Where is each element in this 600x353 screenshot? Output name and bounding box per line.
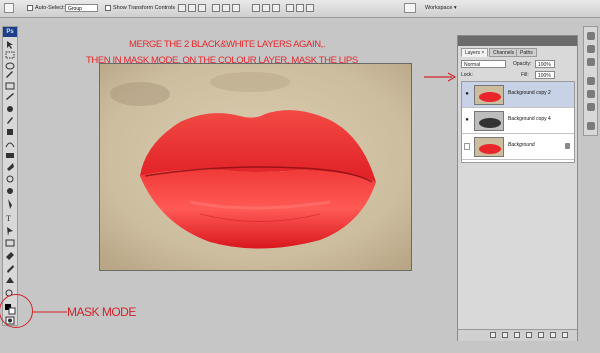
path-selection-icon <box>7 227 13 236</box>
type-tool-icon: T <box>6 214 11 223</box>
layer-row[interactable]: ● Background copy 2 <box>462 82 574 108</box>
tab-layers[interactable]: Layers × <box>461 48 489 57</box>
blur-tool-icon <box>6 175 14 183</box>
fill-label: Fill: <box>521 72 529 78</box>
opacity-label: Opacity: <box>513 61 532 67</box>
marquee-tool-icon <box>5 51 15 59</box>
distribute-right-icon[interactable] <box>306 4 314 12</box>
visibility-eye-icon[interactable] <box>464 143 470 150</box>
brush-tool-icon <box>7 117 13 124</box>
layer-name[interactable]: Background copy 4 <box>508 116 551 122</box>
workspace-menu[interactable]: Workspace ▾ <box>425 3 457 14</box>
layer-thumbnail <box>474 85 504 105</box>
align-center-icon[interactable] <box>222 4 230 12</box>
paint-bucket-icon <box>7 163 14 171</box>
blend-mode-dropdown[interactable]: Normal <box>461 60 506 68</box>
document-canvas[interactable] <box>99 63 412 271</box>
bridge-icon[interactable] <box>404 3 416 13</box>
ps-logo: Ps <box>3 27 17 37</box>
align-top-icon[interactable] <box>178 4 186 12</box>
toolbox: Ps T <box>2 26 18 326</box>
new-layer-icon[interactable] <box>550 332 556 338</box>
options-bar: Auto-Select: Group Show Transform Contro… <box>0 0 600 18</box>
navigator-icon[interactable] <box>587 32 595 40</box>
align-bottom-icon[interactable] <box>198 4 206 12</box>
clone-stamp-icon <box>7 129 13 135</box>
shape-tool-icon <box>5 239 15 247</box>
visibility-eye-icon[interactable]: ● <box>464 117 470 124</box>
layer-style-icon[interactable] <box>502 332 508 338</box>
eyedropper-icon <box>7 265 14 273</box>
panel-tabs: Layers × Channels Paths <box>461 48 575 58</box>
lock-icon <box>565 143 570 149</box>
eraser-icon <box>6 153 14 158</box>
opacity-field[interactable]: 100% <box>535 60 555 68</box>
healing-brush-icon <box>7 106 13 112</box>
move-tool-preset-icon[interactable] <box>4 3 14 13</box>
layers-list: ● Background copy 2 ● Background copy 4 … <box>461 81 575 163</box>
distribute-middle-icon[interactable] <box>262 4 270 12</box>
align-left-icon[interactable] <box>212 4 220 12</box>
layer-thumbnail <box>474 111 504 131</box>
panel-footer <box>458 329 577 341</box>
auto-select-label: Auto-Select: <box>35 5 65 11</box>
notes-tool-icon <box>6 252 14 260</box>
info-icon[interactable] <box>587 58 595 66</box>
distribute-center-icon[interactable] <box>296 4 304 12</box>
panel-title-bar[interactable] <box>458 36 577 46</box>
crop-tool-icon <box>5 82 15 90</box>
mask-mode-annotation: MASK MODE <box>67 305 136 319</box>
history-icon[interactable] <box>587 122 595 130</box>
history-brush-icon <box>5 142 15 148</box>
lips-photo <box>100 64 411 270</box>
layer-thumbnail <box>474 137 504 157</box>
layer-row[interactable]: Background <box>462 134 574 160</box>
layer-name[interactable]: Background copy 2 <box>508 90 551 96</box>
mask-mode-connector <box>33 311 67 313</box>
align-middle-icon[interactable] <box>188 4 196 12</box>
distribute-left-icon[interactable] <box>286 4 294 12</box>
move-tool-icon <box>7 41 13 49</box>
auto-select-dropdown[interactable]: Group <box>65 4 98 12</box>
instruction-line-2: THEN IN MASK MODE, ON THE COLOUR LAYER, … <box>86 55 358 66</box>
fill-field[interactable]: 100% <box>535 71 555 79</box>
layers-panel: Layers × Channels Paths Normal Opacity: … <box>457 35 578 341</box>
slice-tool-icon <box>6 93 14 100</box>
transform-controls-checkbox[interactable] <box>105 5 111 11</box>
align-right-icon[interactable] <box>232 4 240 12</box>
distribute-bottom-icon[interactable] <box>272 4 280 12</box>
collapsed-panels-strip <box>583 26 598 136</box>
pen-tool-icon <box>8 199 12 209</box>
delete-layer-icon[interactable] <box>562 332 568 338</box>
lasso-tool-icon <box>5 62 15 70</box>
histogram-icon[interactable] <box>587 45 595 53</box>
layer-row[interactable]: ● Background copy 4 <box>462 108 574 134</box>
mask-mode-highlight-circle <box>0 294 33 328</box>
hand-tool-icon <box>6 277 14 283</box>
toolbox-icons[interactable]: T <box>3 39 17 329</box>
link-layers-icon[interactable] <box>490 332 496 338</box>
auto-select-checkbox[interactable] <box>27 5 33 11</box>
magic-wand-icon <box>6 71 13 78</box>
styles-icon[interactable] <box>587 103 595 111</box>
distribute-top-icon[interactable] <box>252 4 260 12</box>
transform-controls-label: Show Transform Controls <box>113 5 176 11</box>
adjustment-layer-icon[interactable] <box>526 332 532 338</box>
dodge-tool-icon <box>7 188 13 194</box>
color-icon[interactable] <box>587 77 595 85</box>
tab-paths[interactable]: Paths <box>516 48 537 57</box>
swatches-icon[interactable] <box>587 90 595 98</box>
new-group-icon[interactable] <box>538 332 544 338</box>
lock-row: Lock: Fill: 100% <box>461 71 555 80</box>
add-mask-icon[interactable] <box>514 332 520 338</box>
layer-name[interactable]: Background <box>508 142 535 148</box>
layer-pointer-arrow <box>424 72 456 82</box>
tab-channels[interactable]: Channels <box>489 48 519 57</box>
visibility-eye-icon[interactable]: ● <box>464 91 470 98</box>
instruction-line-1: MERGE THE 2 BLACK&WHITE LAYERS AGAIN,. <box>129 39 326 50</box>
lock-label: Lock: <box>461 72 473 78</box>
